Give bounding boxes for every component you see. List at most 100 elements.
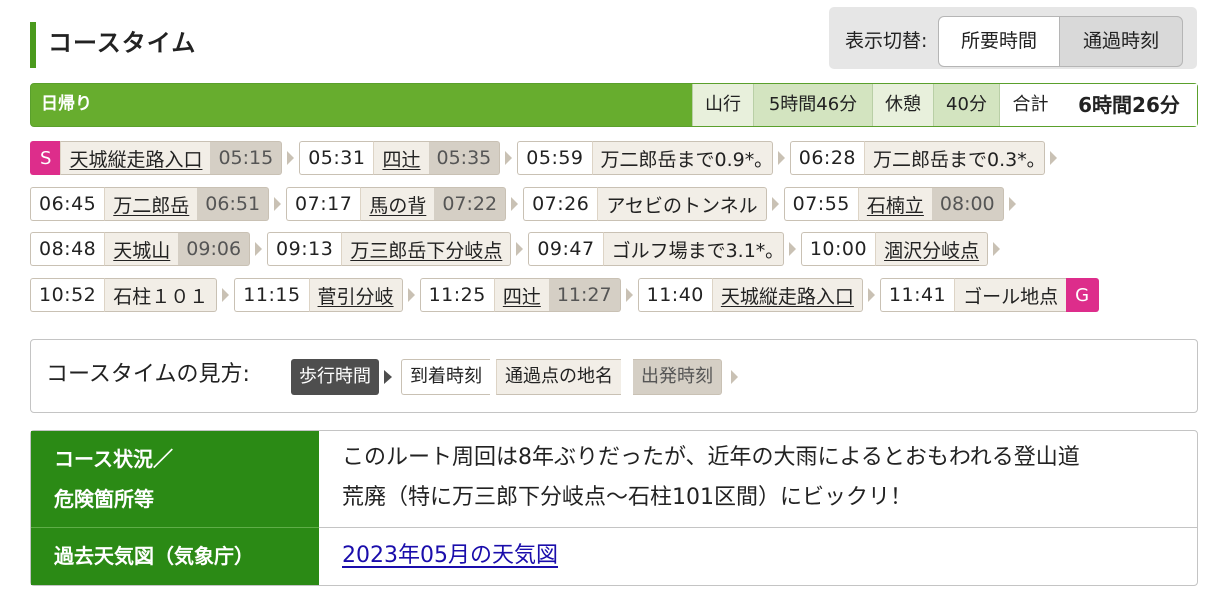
walk-arrow-icon xyxy=(505,141,512,175)
place-name: 万二郎岳まで0.9*｡ xyxy=(591,141,773,175)
walk-arrow-icon xyxy=(868,278,875,312)
route-point: 05:59 万二郎岳まで0.9*｡ xyxy=(517,141,773,175)
summary-rest-time: 40分 xyxy=(933,84,999,126)
route-point: 07:55 石楠立 08:00 xyxy=(783,187,1004,221)
status-header-line1: コース状況／ xyxy=(54,447,173,471)
goal-badge: G xyxy=(1066,278,1100,312)
legend-arrive-time: 到着時刻 xyxy=(401,359,490,395)
depart-time: 05:15 xyxy=(210,141,283,175)
place-name: ゴルフ場まで3.1*｡ xyxy=(602,232,784,266)
walk-arrow-icon xyxy=(772,187,779,221)
legend-walk-time: 歩行時間 xyxy=(291,359,379,395)
route-point: 06:45 万二郎岳 06:51 xyxy=(30,187,270,221)
arrive-time: 05:31 xyxy=(299,141,374,175)
walk-arrow-icon xyxy=(1050,141,1057,175)
route-point: 07:26 アセビのトンネル xyxy=(523,187,767,221)
arrive-time: 11:41 xyxy=(879,278,955,312)
place-link[interactable]: 天城山 xyxy=(104,232,179,266)
status-text: このルート周回は8年ぶりだったが、近年の大雨によるとおもわれる登山道 荒廃（特に… xyxy=(342,438,1182,518)
section-title: コースタイム xyxy=(48,29,197,57)
route-point: 10:00 涸沢分岐点 xyxy=(800,232,989,266)
depart-time: 11:27 xyxy=(548,278,621,312)
legend-place-name: 通過点の地名 xyxy=(496,359,621,395)
depart-time: 09:06 xyxy=(178,232,251,266)
route-row: 06:45 万二郎岳 06:51 07:17 馬の背 07:22 07:26 アセビのトンネル… xyxy=(30,187,1200,221)
walk-arrow-icon xyxy=(287,141,294,175)
arrive-time: 10:52 xyxy=(30,278,105,312)
place-name: 石柱１０１ xyxy=(104,278,218,312)
depart-time: 06:51 xyxy=(197,187,270,221)
place-link[interactable]: 万三郎岳下分岐点 xyxy=(341,232,512,266)
arrive-time: 06:28 xyxy=(789,141,865,175)
legend-depart-arrow-icon xyxy=(731,370,738,384)
place-link[interactable]: 四辻 xyxy=(373,141,429,175)
arrive-time: 11:15 xyxy=(234,278,309,312)
start-badge: S xyxy=(30,141,61,175)
walk-arrow-icon xyxy=(274,187,281,221)
route-point: 11:25 四辻 11:27 xyxy=(419,278,621,312)
place-link[interactable]: 馬の背 xyxy=(360,187,435,221)
walk-arrow-icon xyxy=(778,141,785,175)
toggle-passing-time-button[interactable]: 通過時刻 xyxy=(1059,16,1183,67)
arrive-time: 11:40 xyxy=(637,278,712,312)
walk-arrow-icon xyxy=(516,232,523,266)
walk-arrow-icon xyxy=(1009,187,1016,221)
depart-time: 08:00 xyxy=(931,187,1004,221)
arrive-time: 07:26 xyxy=(523,187,598,221)
route-point: 08:48 天城山 09:06 xyxy=(30,232,251,266)
arrive-time: 09:13 xyxy=(267,232,342,266)
depart-time: 07:22 xyxy=(434,187,507,221)
title-accent-bar xyxy=(30,22,36,68)
route-point: 11:41 ゴール地点 G xyxy=(879,278,1100,312)
route-point: 11:40 天城縦走路入口 xyxy=(637,278,863,312)
arrive-time: 05:59 xyxy=(517,141,592,175)
arrive-time: 08:48 xyxy=(30,232,105,266)
place-name: ゴール地点 xyxy=(954,278,1067,312)
route-point: 06:28 万二郎岳まで0.3*｡ xyxy=(789,141,1046,175)
depart-time: 05:35 xyxy=(428,141,501,175)
walk-arrow-icon xyxy=(408,278,415,312)
walk-arrow-icon xyxy=(626,278,633,312)
route-row: S 天城縦走路入口 05:15 05:31 四辻 05:35 05:59 万二郎岳まで0.9*… xyxy=(30,141,1200,175)
display-toggle-label: 表示切替: xyxy=(845,30,928,52)
route-point: 10:52 石柱１０１ xyxy=(30,278,218,312)
legend-depart-time: 出発時刻 xyxy=(633,359,722,395)
summary-total-label: 合計 xyxy=(999,84,1061,126)
toggle-required-time-button[interactable]: 所要時間 xyxy=(938,16,1060,67)
place-link[interactable]: 涸沢分岐点 xyxy=(875,232,989,266)
route-point: 09:13 万三郎岳下分岐点 xyxy=(267,232,512,266)
place-name: アセビのトンネル xyxy=(597,187,767,221)
status-text-line1: このルート周回は8年ぶりだったが、近年の大雨によるとおもわれる登山道 xyxy=(342,445,1080,470)
place-link[interactable]: 万二郎岳 xyxy=(104,187,198,221)
walk-arrow-icon xyxy=(789,232,796,266)
arrive-time: 09:47 xyxy=(528,232,603,266)
route-point: 11:15 菅引分岐 xyxy=(234,278,403,312)
place-link[interactable]: 菅引分岐 xyxy=(308,278,403,312)
route-row: 08:48 天城山 09:06 09:13 万三郎岳下分岐点 09:47 ゴルフ場まで3.1… xyxy=(30,232,1200,266)
place-link[interactable]: 天城縦走路入口 xyxy=(711,278,863,312)
route-point: 05:31 四辻 05:35 xyxy=(299,141,501,175)
arrive-time: 10:00 xyxy=(800,232,876,266)
status-text-line2: 荒廃（特に万三郎下分岐点〜石柱101区間）にビックリ！ xyxy=(342,485,912,510)
route-point: 09:47 ゴルフ場まで3.1*｡ xyxy=(528,232,784,266)
weather-header: 過去天気図（気象庁） xyxy=(31,528,319,585)
status-header: コース状況／ 危険箇所等 xyxy=(31,431,319,527)
summary-trip-type: 日帰り xyxy=(41,94,92,114)
weather-map-link[interactable]: 2023年05月の天気図 xyxy=(342,540,558,572)
legend-title: コースタイムの見方: xyxy=(46,362,250,387)
summary-walk-label: 山行 xyxy=(692,84,753,126)
summary-total-time: 6時間26分 xyxy=(1061,84,1197,126)
route-point: S 天城縦走路入口 05:15 xyxy=(30,141,283,175)
arrive-time: 07:55 xyxy=(783,187,858,221)
walk-arrow-icon xyxy=(222,278,229,312)
place-link[interactable]: 四辻 xyxy=(493,278,549,312)
status-header-line2: 危険箇所等 xyxy=(54,487,154,511)
place-link[interactable]: 天城縦走路入口 xyxy=(60,141,211,175)
place-name: 万二郎岳まで0.3*｡ xyxy=(864,141,1046,175)
legend-walk-arrow-icon xyxy=(384,370,392,384)
row-divider xyxy=(319,527,1198,528)
place-link[interactable]: 石楠立 xyxy=(857,187,932,221)
walk-arrow-icon xyxy=(511,187,518,221)
arrive-time: 06:45 xyxy=(30,187,105,221)
walk-arrow-icon xyxy=(255,232,262,266)
